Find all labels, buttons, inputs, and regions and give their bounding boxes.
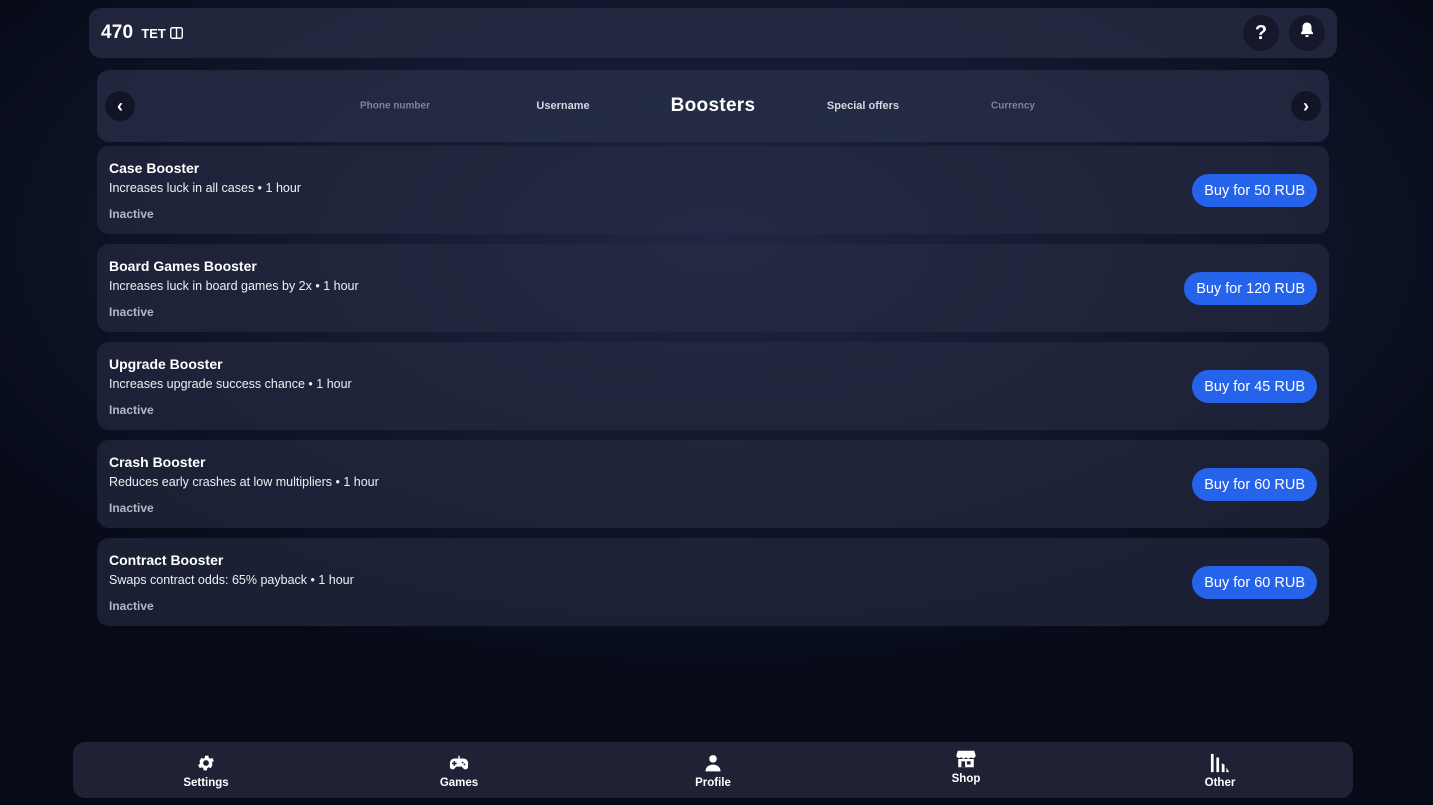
nav-profile[interactable]: Profile: [668, 752, 758, 789]
booster-status: Inactive: [109, 305, 154, 319]
booster-description: Reduces early crashes at low multipliers…: [109, 475, 379, 489]
nav-settings[interactable]: Settings: [161, 752, 251, 789]
tab-boosters[interactable]: Boosters: [671, 95, 756, 117]
buy-case-booster-button[interactable]: Buy for 50 RUB: [1192, 174, 1317, 207]
booster-description: Increases upgrade success chance • 1 hou…: [109, 377, 352, 391]
booster-status: Inactive: [109, 403, 154, 417]
tabs-next-button[interactable]: ›: [1291, 91, 1321, 121]
booster-title: Board Games Booster: [109, 258, 257, 274]
bottom-nav: Settings Games Profile Shop Other: [73, 742, 1353, 798]
user-icon: [702, 752, 724, 774]
buy-board-games-booster-button[interactable]: Buy for 120 RUB: [1184, 272, 1317, 305]
booster-card-contract: Contract Booster Swaps contract odds: 65…: [97, 538, 1329, 626]
chart-icon: [1209, 752, 1231, 774]
tab-currency[interactable]: Currency: [991, 101, 1035, 112]
help-button[interactable]: ?: [1243, 15, 1279, 51]
gamepad-icon: [448, 752, 470, 774]
tabs-prev-button[interactable]: ‹: [105, 91, 135, 121]
booster-title: Crash Booster: [109, 454, 206, 470]
balance-value: 470: [101, 22, 134, 43]
nav-label: Shop: [951, 773, 981, 785]
top-bar: 470 TET ?: [89, 8, 1337, 58]
tab-phone-number[interactable]: Phone number: [360, 101, 430, 112]
buy-upgrade-booster-button[interactable]: Buy for 45 RUB: [1192, 370, 1317, 403]
chevron-right-icon: ›: [1303, 95, 1309, 116]
nav-shop[interactable]: Shop: [921, 748, 1011, 785]
booster-status: Inactive: [109, 207, 154, 221]
store-icon: [955, 748, 977, 770]
bell-icon: [1298, 21, 1316, 45]
booster-card-crash: Crash Booster Reduces early crashes at l…: [97, 440, 1329, 528]
booster-description: Swaps contract odds: 65% payback • 1 hou…: [109, 573, 354, 587]
notifications-button[interactable]: [1289, 15, 1325, 51]
booster-card-case: Case Booster Increases luck in all cases…: [97, 146, 1329, 234]
booster-description: Increases luck in all cases • 1 hour: [109, 181, 301, 195]
booster-status: Inactive: [109, 501, 154, 515]
booster-description: Increases luck in board games by 2x • 1 …: [109, 279, 359, 293]
tab-username[interactable]: Username: [536, 100, 589, 112]
booster-title: Upgrade Booster: [109, 356, 223, 372]
nav-label: Games: [439, 777, 479, 789]
chevron-left-icon: ‹: [117, 95, 123, 116]
nav-label: Settings: [183, 777, 229, 789]
tab-special-offers[interactable]: Special offers: [827, 100, 899, 112]
section-tabs: ‹ Phone number Username Boosters Special…: [97, 70, 1329, 142]
book-icon: [169, 27, 183, 39]
booster-title: Contract Booster: [109, 552, 224, 568]
help-icon: ?: [1254, 21, 1268, 44]
nav-other[interactable]: Other: [1175, 752, 1265, 789]
buy-contract-booster-button[interactable]: Buy for 60 RUB: [1192, 566, 1317, 599]
nav-label: Profile: [695, 777, 731, 789]
nav-games[interactable]: Games: [414, 752, 504, 789]
booster-card-board-games: Board Games Booster Increases luck in bo…: [97, 244, 1329, 332]
booster-card-upgrade: Upgrade Booster Increases upgrade succes…: [97, 342, 1329, 430]
currency-label: TET: [141, 26, 183, 41]
buy-crash-booster-button[interactable]: Buy for 60 RUB: [1192, 468, 1317, 501]
gear-icon: [195, 752, 217, 774]
nav-label: Other: [1204, 777, 1236, 789]
currency-code: TET: [141, 25, 166, 41]
booster-status: Inactive: [109, 599, 154, 613]
booster-title: Case Booster: [109, 160, 200, 176]
